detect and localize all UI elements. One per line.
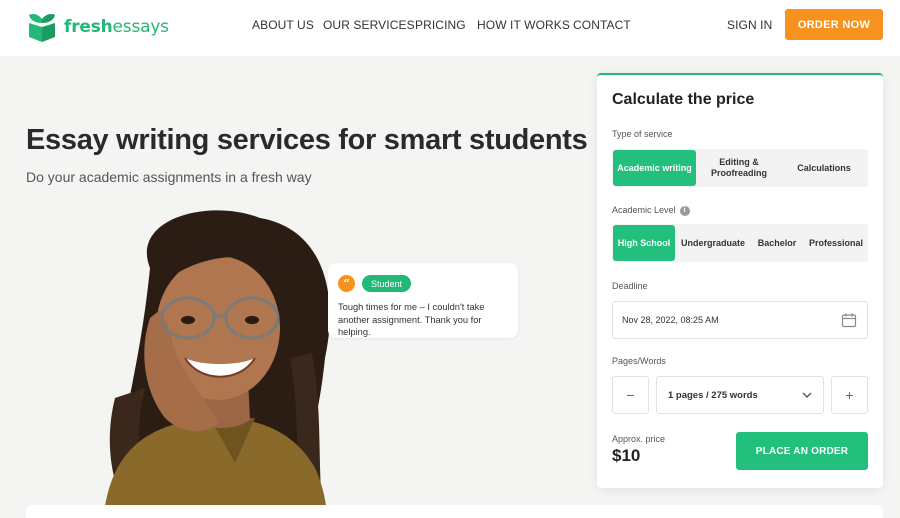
calculator-title: Calculate the price — [612, 91, 755, 108]
logo-text: freshessays — [64, 17, 169, 37]
pages-words-label: Pages/Words — [612, 356, 666, 366]
logo[interactable]: freshessays — [26, 10, 169, 44]
deadline-value: Nov 28, 2022, 08:25 AM — [622, 315, 719, 325]
service-type-selector: Academic writing Editing & Proofreading … — [612, 149, 868, 187]
testimonial-card: “ Student Tough times for me – I couldn'… — [328, 263, 518, 338]
level-professional[interactable]: Professional — [805, 225, 867, 261]
testimonial-text: Tough times for me – I couldn't take ano… — [338, 302, 485, 337]
service-calculations[interactable]: Calculations — [782, 150, 866, 186]
level-high-school[interactable]: High School — [613, 225, 675, 261]
chevron-down-icon — [802, 392, 812, 398]
pages-value: 1 pages / 275 words — [668, 390, 758, 401]
logo-text-fresh: fresh — [64, 17, 113, 37]
nav-how-it-works[interactable]: HOW IT WORKS — [477, 18, 570, 32]
order-now-button[interactable]: ORDER NOW — [785, 9, 883, 40]
pages-select[interactable]: 1 pages / 275 words — [656, 376, 824, 414]
site-header: freshessays ABOUT US OUR SERVICES PRICIN… — [0, 0, 900, 56]
sign-in-link[interactable]: SIGN IN — [727, 18, 772, 32]
nav-pricing[interactable]: PRICING — [415, 18, 466, 32]
increment-pages-button[interactable]: + — [831, 376, 868, 414]
academic-level-label: Academic Level i — [612, 205, 690, 216]
level-bachelor[interactable]: Bachelor — [752, 225, 802, 261]
price-calculator: Calculate the price Type of service Acad… — [597, 73, 883, 488]
academic-level-selector: High School Undergraduate Bachelor Profe… — [612, 224, 868, 262]
service-academic-writing[interactable]: Academic writing — [613, 150, 696, 186]
place-order-button[interactable]: PLACE AN ORDER — [736, 432, 868, 470]
nav-our-services[interactable]: OUR SERVICES — [323, 18, 415, 32]
academic-level-label-text: Academic Level — [612, 205, 676, 215]
calendar-icon[interactable] — [841, 312, 857, 328]
service-editing-proofreading[interactable]: Editing & Proofreading — [700, 150, 778, 186]
hero-subtitle: Do your academic assignments in a fresh … — [26, 169, 312, 185]
nav-about-us[interactable]: ABOUT US — [252, 18, 314, 32]
quote-icon: “ — [338, 275, 355, 292]
service-type-label: Type of service — [612, 129, 673, 139]
price-label: Approx. price — [612, 434, 666, 444]
next-section-card — [26, 505, 883, 518]
logo-text-essays: essays — [112, 17, 170, 37]
decrement-pages-button[interactable]: − — [612, 376, 649, 414]
book-leaf-logo-icon — [29, 14, 55, 42]
level-undergraduate[interactable]: Undergraduate — [678, 225, 748, 261]
deadline-field[interactable]: Nov 28, 2022, 08:25 AM — [612, 301, 868, 339]
hero-title: Essay writing services for smart student… — [26, 124, 588, 156]
info-icon[interactable]: i — [679, 205, 690, 216]
price-value: $10 — [612, 446, 641, 465]
deadline-label: Deadline — [612, 281, 648, 291]
nav-contact[interactable]: CONTACT — [573, 18, 631, 32]
student-badge: Student — [362, 275, 412, 292]
student-photo — [105, 210, 330, 506]
